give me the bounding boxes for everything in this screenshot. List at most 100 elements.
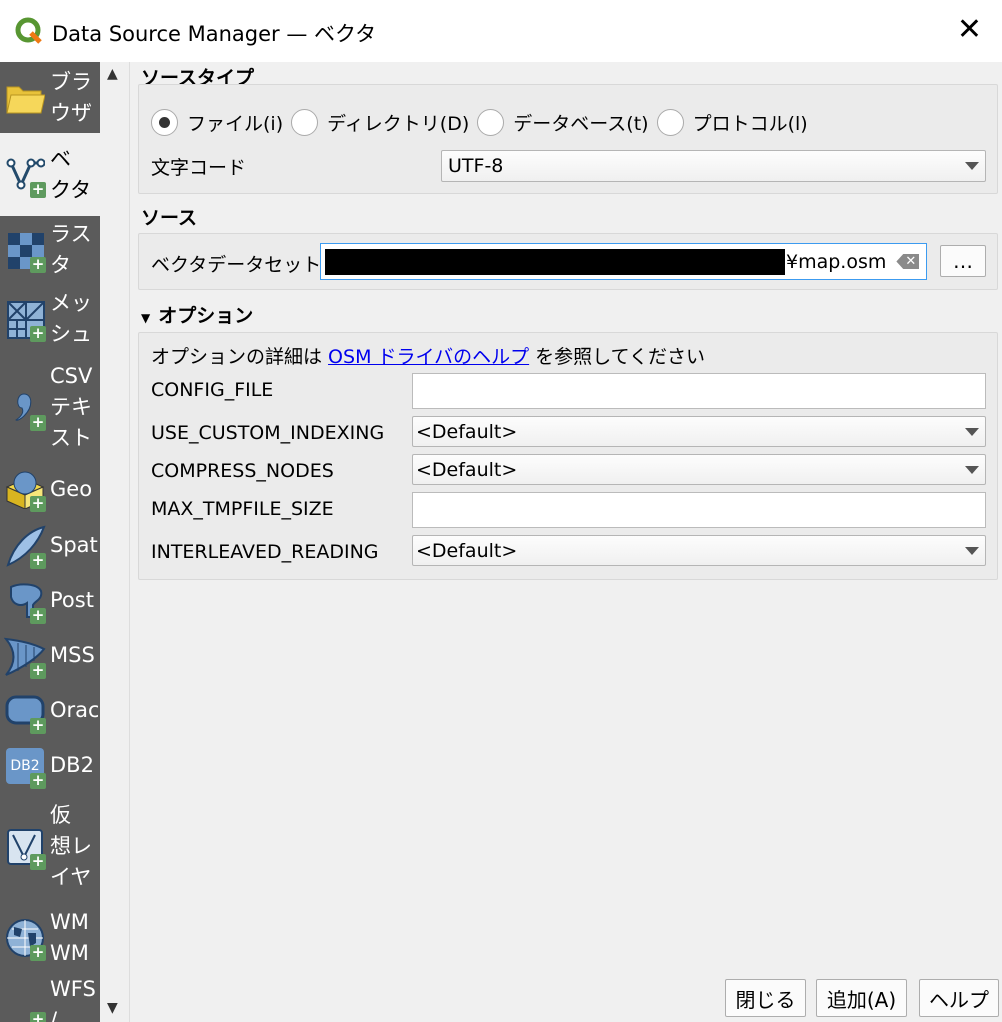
sidebar-item-label: ラス タ [50,221,92,277]
plus-icon: + [30,605,46,624]
sidebar-item-mesh[interactable]: + メッ シュ [0,283,100,355]
close-button[interactable]: 閉じる [725,979,806,1017]
dataset-input[interactable]: ¥map.osm ✕ [320,243,927,280]
plus-icon: + [30,770,46,789]
sidebar-item-label: 仮 想レ イヤ [50,803,92,889]
sidebar-item-folder[interactable]: ブラ ウザ [0,62,100,133]
sidebar-item-mssql[interactable]: + MSS [0,628,100,683]
oracle-icon: + [0,686,50,736]
sidebar-item-postgis[interactable]: + Post [0,573,100,628]
options-group: オプションの詳細は OSM ドライバのヘルプ を参照してください CONFIG_… [138,332,998,580]
max-tmpfile-size-input[interactable] [412,492,986,528]
sidebar-scrollbar[interactable]: ▲ ▼ [100,62,130,1022]
help-button[interactable]: ヘルプ [919,979,999,1017]
sidebar-item-label: ブラ ウザ [50,69,92,125]
folder-icon [0,73,50,123]
close-icon[interactable]: ✕ [957,12,982,47]
chevron-down-icon [965,427,979,436]
sidebar-item-db2[interactable]: DB2 + DB2 [0,738,100,793]
chevron-down-icon [965,162,979,170]
sidebar-item-wfs[interactable]: + WFS / [0,975,100,1022]
plus-icon: + [30,942,46,961]
sidebar-item-label: CSV テキ スト [50,364,93,450]
sidebar-item-label: WFS / [50,977,96,1022]
plus-icon: + [30,324,46,342]
postgis-icon: + [0,576,50,626]
collapse-arrow-icon[interactable]: ▼ [141,311,150,325]
radio-label: ディレクトリ(D) [327,113,470,135]
compress-nodes-select[interactable]: <Default> [412,454,986,485]
sidebar-item-label: ベ クタ [50,146,92,202]
radio-source-type-3[interactable]: プロトコル(l) [656,109,808,136]
interleaved-reading-select[interactable]: <Default> [412,535,986,566]
option-value: <Default> [416,539,518,562]
plus-icon: + [30,851,46,870]
add-button[interactable]: 追加(A) [816,979,907,1017]
use-custom-indexing-select[interactable]: <Default> [412,416,986,447]
plus-icon: + [30,412,46,431]
plus-icon: + [30,550,46,569]
radio-source-type-0[interactable]: ファイル(i) [151,109,283,136]
option-label: INTERLEAVED_READING [151,541,379,563]
browse-button[interactable]: … [940,245,986,277]
wms-icon: + [0,913,50,963]
mesh-icon: + [0,294,50,344]
sidebar-item-label: Spat [50,533,98,557]
option-value: <Default> [416,458,518,481]
option-label: USE_CUSTOM_INDEXING [151,422,385,444]
sidebar-item-csv[interactable]: + CSV テキ スト [0,355,100,460]
wfs-icon: + [0,980,50,1022]
options-help-text: オプションの詳細は OSM ドライバのヘルプ を参照してください [151,346,706,368]
sidebar-item-label: Post [50,588,94,612]
radio-button[interactable] [477,109,505,136]
dataset-value: ¥map.osm [786,250,887,273]
option-label: CONFIG_FILE [151,379,274,401]
clear-icon[interactable]: ✕ [896,254,920,269]
option-label: COMPRESS_NODES [151,460,334,482]
sidebar-item-label: Orac [50,698,98,722]
sidebar-item-wms[interactable]: + WM WM [0,900,100,975]
encoding-label: 文字コード [151,157,247,179]
source-group: ベクタデータセット ¥map.osm ✕ … [138,233,998,290]
redacted-path [325,248,785,275]
radio-label: データベース(t) [513,113,649,135]
radio-button[interactable] [656,109,684,136]
plus-icon: + [30,254,46,273]
option-value: <Default> [416,420,518,443]
vector-icon: + [0,150,50,200]
osm-driver-help-link[interactable]: OSM ドライバのヘルプ [328,346,529,368]
encoding-value: UTF-8 [448,155,504,177]
sidebar-item-oracle[interactable]: + Orac [0,683,100,738]
plus-icon: + [30,494,46,512]
options-heading[interactable]: ▼ オプション [141,301,253,328]
radio-button[interactable] [291,109,319,136]
plus-icon: + [30,715,46,734]
dataset-label: ベクタデータセット [151,254,322,276]
sidebar-item-spatialite[interactable]: + Spat [0,518,100,573]
encoding-select[interactable]: UTF-8 [441,150,986,182]
csv-icon: + [0,383,50,433]
radio-source-type-2[interactable]: データベース(t) [477,109,649,136]
sidebar-item-virtual-layer[interactable]: + 仮 想レ イヤ [0,793,100,900]
sidebar-item-raster[interactable]: + ラス タ [0,216,100,283]
sidebar-item-geopackage[interactable]: + Geo [0,460,100,518]
geopackage-icon: + [0,464,50,514]
scroll-up-icon[interactable]: ▲ [107,66,118,82]
sidebar-item-label: Geo [50,476,93,501]
sidebar: ブラ ウザ + ベ クタ + ラス タ + メッ シュ + CSV テキ スト + Geo + Spat… [0,62,100,1022]
sidebar-item-label: MSS [50,643,95,667]
mssql-icon: + [0,631,50,681]
radio-button[interactable] [151,109,178,136]
chevron-down-icon [965,465,979,474]
radio-source-type-1[interactable]: ディレクトリ(D) [291,109,469,136]
sidebar-item-label: WM WM [50,909,89,965]
scroll-down-icon[interactable]: ▼ [107,1000,118,1016]
config-file-input[interactable] [412,373,986,409]
plus-icon: + [30,179,46,198]
source-type-radios: ファイル(i) ディレクトリ(D) データベース(t) プロトコル(l) [151,109,816,136]
raster-icon: + [0,225,50,275]
plus-icon: + [30,1012,46,1022]
sidebar-item-vector[interactable]: + ベ クタ [0,133,100,216]
sidebar-item-label: メッ シュ [50,291,92,346]
plus-icon: + [30,660,46,679]
